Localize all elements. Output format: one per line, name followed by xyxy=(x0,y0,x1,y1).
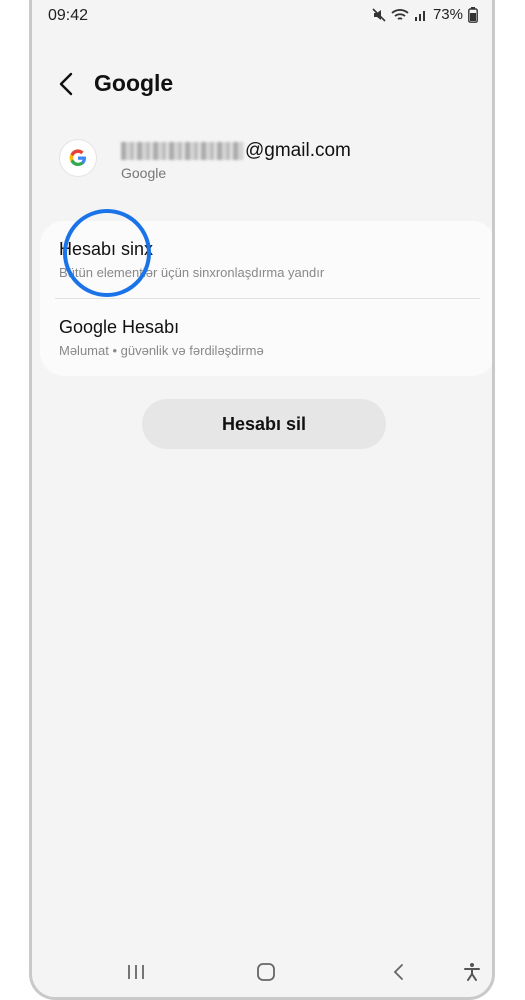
google-logo-icon xyxy=(60,140,96,176)
google-account-title: Google Hesabı xyxy=(59,317,180,337)
mute-icon xyxy=(372,7,386,22)
google-account-subtitle: Məlumat • güvənlik və fərdiləşdirmə xyxy=(59,343,264,358)
battery-percent: 73% xyxy=(432,6,463,23)
page-title: Google xyxy=(94,70,174,96)
account-provider: Google xyxy=(121,165,167,181)
accessibility-icon[interactable] xyxy=(460,960,484,984)
status-time: 09:42 xyxy=(48,7,89,24)
sync-account-title: Hesabı sinx xyxy=(59,239,154,259)
account-email: @gmail.com xyxy=(121,140,351,162)
wifi-icon xyxy=(391,8,409,22)
remove-account-button[interactable]: Hesabı sil xyxy=(142,399,386,449)
email-domain: @gmail.com xyxy=(245,140,351,161)
navigation-bar xyxy=(32,948,492,997)
status-bar: 09:42 73% xyxy=(32,0,492,34)
home-icon[interactable] xyxy=(254,960,278,984)
back-icon[interactable] xyxy=(386,960,410,984)
account-header: @gmail.com Google xyxy=(32,138,492,186)
back-arrow-icon[interactable] xyxy=(56,72,78,96)
app-header: Google xyxy=(32,62,492,106)
redacted-username xyxy=(121,142,243,160)
battery-icon xyxy=(468,6,478,23)
phone-screen: 09:42 73% Google @gmail.com Google Hesab… xyxy=(29,0,495,1000)
status-icons: 73% xyxy=(372,6,478,23)
recent-apps-icon[interactable] xyxy=(124,960,148,984)
settings-card: Hesabı sinx Bütün elementlər üçün sinxro… xyxy=(40,221,492,376)
google-account-item[interactable]: Google Hesabı Məlumat • güvənlik və fərd… xyxy=(40,299,492,376)
sync-account-subtitle: Bütün elementlər üçün sinxronlaşdırma ya… xyxy=(59,265,325,280)
sync-account-item[interactable]: Hesabı sinx Bütün elementlər üçün sinxro… xyxy=(40,221,492,298)
signal-icon xyxy=(414,8,428,22)
